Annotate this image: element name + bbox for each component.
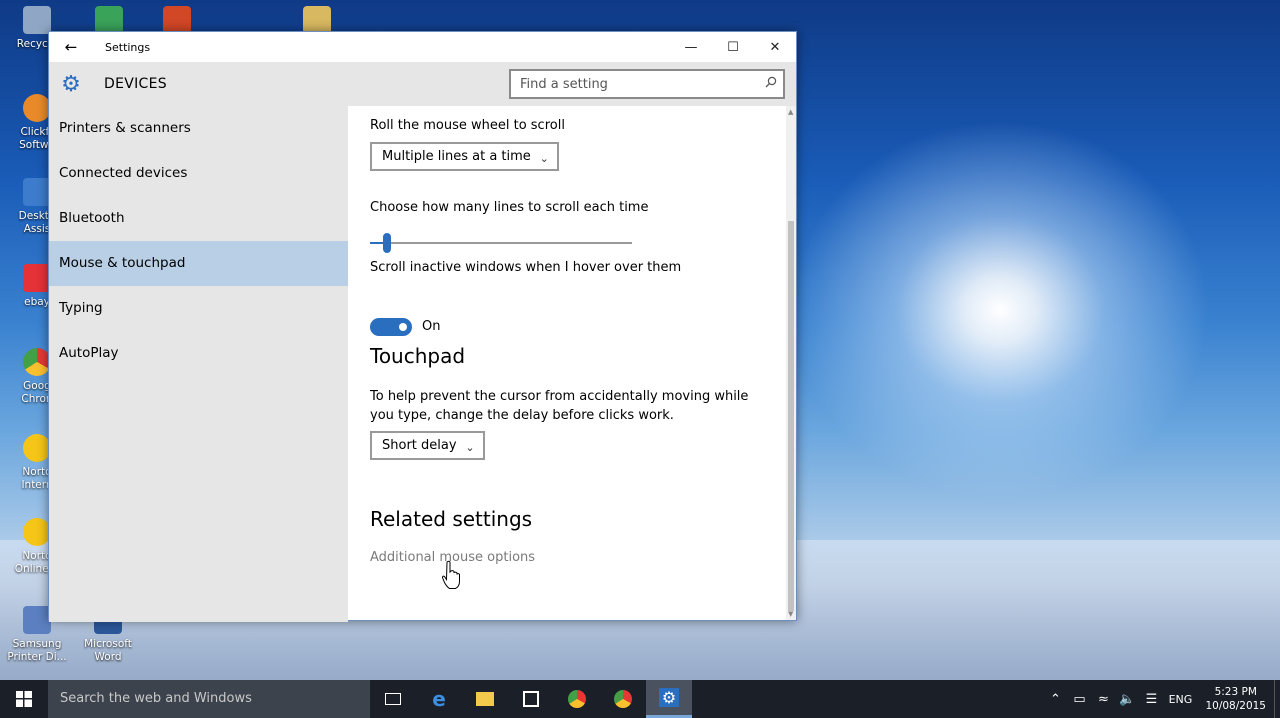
sidebar-item-mouse-touchpad[interactable]: Mouse & touchpad: [49, 241, 348, 286]
chrome-icon: [614, 690, 632, 708]
content-scrollbar[interactable]: ▲ ▼: [786, 106, 796, 620]
volume-icon[interactable]: 🔈: [1115, 692, 1139, 707]
sidebar-item-connected-devices[interactable]: Connected devices: [49, 151, 348, 196]
close-button[interactable]: ✕: [754, 40, 796, 55]
search-input[interactable]: [520, 76, 750, 92]
ebay-icon: [23, 264, 51, 292]
store-icon: [523, 691, 539, 707]
hand-cursor-icon: [441, 560, 460, 589]
folder-icon: [476, 692, 494, 706]
scroll-mode-dropdown[interactable]: Multiple lines at a time ⌄: [370, 142, 559, 171]
chrome-icon: [23, 348, 51, 376]
task-view-icon: [385, 693, 401, 705]
sidebar-item-typing[interactable]: Typing: [49, 286, 348, 331]
inactive-scroll-label: Scroll inactive windows when I hover ove…: [370, 260, 682, 275]
powerpoint-icon: [163, 6, 191, 34]
start-button[interactable]: [0, 680, 48, 718]
clock-time: 5:23 PM: [1214, 686, 1257, 698]
task-view-button[interactable]: [370, 680, 416, 718]
maximize-button[interactable]: ☐: [712, 40, 754, 55]
printer-icon: [23, 606, 51, 634]
taskbar-search[interactable]: Search the web and Windows: [48, 680, 370, 718]
content-pane: Roll the mouse wheel to scroll Multiple …: [348, 106, 787, 620]
desktop-assist-icon: [23, 178, 51, 206]
taskbar-chrome-1[interactable]: [554, 680, 600, 718]
sidebar: Printers & scanners Connected devices Bl…: [49, 106, 348, 622]
norton-backup-icon: [23, 518, 51, 546]
windows-logo-icon: [16, 691, 32, 707]
chevron-down-icon: ⌄: [539, 152, 549, 165]
slider-track: [370, 242, 632, 244]
touchpad-delay-dropdown[interactable]: Short delay ⌄: [370, 431, 485, 460]
action-center-icon[interactable]: ☰: [1139, 692, 1163, 707]
desktop-icon-label: Samsung Printer Di...: [7, 638, 67, 663]
scroll-lines-slider[interactable]: [370, 233, 632, 253]
language-indicator[interactable]: ENG: [1163, 693, 1197, 706]
show-hidden-icons-icon[interactable]: ⌃: [1043, 692, 1067, 707]
clickfree-icon: [23, 94, 51, 122]
chevron-down-icon: ⌄: [465, 441, 475, 454]
related-settings-heading: Related settings: [370, 507, 533, 531]
gear-icon: ⚙: [61, 71, 81, 97]
wallpaper-sun: [790, 120, 1210, 500]
system-tray: ⌃ ▭ ≈ 🔈 ☰ ENG 5:23 PM 10/08/2015: [1043, 680, 1280, 718]
taskbar-chrome-2[interactable]: [600, 680, 646, 718]
sidebar-item-autoplay[interactable]: AutoPlay: [49, 331, 348, 376]
scroll-mode-value: Multiple lines at a time: [382, 149, 531, 164]
taskbar-file-explorer[interactable]: [462, 680, 508, 718]
toggle-knob: [399, 323, 407, 331]
search-icon[interactable]: [765, 76, 777, 88]
page-title: DEVICES: [104, 76, 167, 92]
settings-window: ← Settings — ☐ ✕ ⚙ DEVICES Printers & sc…: [48, 31, 797, 622]
scrollbar-thumb[interactable]: [788, 221, 794, 611]
recycle-bin-icon: [23, 6, 51, 34]
battery-icon[interactable]: ▭: [1067, 692, 1091, 707]
title-bar: ← Settings — ☐ ✕: [49, 32, 796, 62]
back-arrow-icon[interactable]: ←: [49, 38, 93, 56]
window-title: Settings: [105, 40, 151, 54]
touchpad-heading: Touchpad: [370, 344, 466, 368]
settings-header: ⚙ DEVICES: [49, 62, 796, 106]
search-box[interactable]: [509, 69, 785, 99]
scroll-up-icon[interactable]: ▲: [788, 108, 793, 116]
clock-date: 10/08/2015: [1205, 700, 1266, 712]
toggle-state-label: On: [422, 319, 441, 334]
sidebar-item-printers-scanners[interactable]: Printers & scanners: [49, 106, 348, 151]
show-desktop-button[interactable]: [1274, 680, 1280, 718]
taskbar-edge[interactable]: e: [416, 680, 462, 718]
norton-icon: [23, 434, 51, 462]
minimize-button[interactable]: —: [670, 40, 712, 55]
clock[interactable]: 5:23 PM 10/08/2015: [1197, 685, 1274, 713]
scroll-down-icon[interactable]: ▼: [788, 610, 793, 618]
desktop-icon-label: ebay: [24, 296, 50, 308]
app-icon: [95, 6, 123, 34]
wifi-icon[interactable]: ≈: [1091, 692, 1115, 707]
slider-thumb[interactable]: [383, 233, 391, 253]
gear-icon: ⚙: [658, 688, 680, 707]
chrome-icon: [568, 690, 586, 708]
taskbar: Search the web and Windows e ⚙ ⌃ ▭ ≈ 🔈 ☰…: [0, 680, 1280, 718]
sidebar-item-bluetooth[interactable]: Bluetooth: [49, 196, 348, 241]
file-icon: [303, 6, 331, 34]
scroll-lines-label: Choose how many lines to scroll each tim…: [370, 200, 649, 215]
taskbar-store[interactable]: [508, 680, 554, 718]
scroll-wheel-label: Roll the mouse wheel to scroll: [370, 118, 565, 133]
desktop-icon-label: Microsoft Word: [84, 638, 132, 663]
taskbar-settings[interactable]: ⚙: [646, 680, 692, 718]
touchpad-delay-value: Short delay: [382, 438, 457, 453]
touchpad-description: To help prevent the cursor from accident…: [370, 389, 749, 423]
edge-icon: e: [432, 687, 446, 711]
inactive-scroll-toggle[interactable]: [370, 318, 412, 336]
